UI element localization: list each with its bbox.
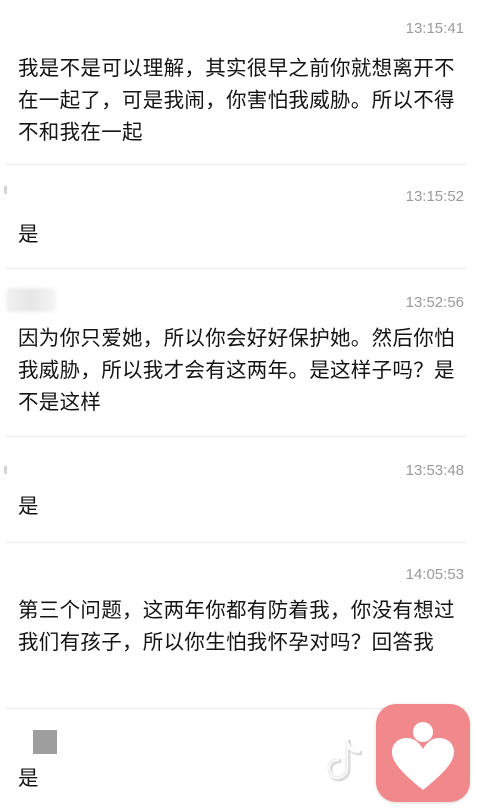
message-text: 是 — [18, 494, 39, 518]
message-text: 因为你只爱她，所以你会好好保护她。然后你怕我威胁，所以我才会有这两年。是这样子吗… — [18, 326, 455, 414]
heart-person-icon — [392, 722, 454, 790]
message-timestamp: 13:15:41 — [405, 20, 464, 37]
avatar — [33, 730, 57, 754]
message-text: 是 — [18, 222, 39, 246]
message-divider — [6, 268, 466, 269]
app-badge-button[interactable] — [376, 704, 470, 802]
blurred-avatar — [6, 288, 56, 312]
message-divider — [6, 164, 466, 165]
message-timestamp: 14:05:53 — [405, 566, 464, 583]
message-text: 我是不是可以理解，其实很早之前你就想离开不在一起了，可是我闹，你害怕我威胁。所以… — [18, 56, 455, 144]
message-timestamp: 13:52:56 — [405, 294, 464, 311]
message-divider — [6, 436, 466, 437]
tiktok-logo-icon — [324, 736, 370, 788]
avatar-edge — [4, 466, 7, 474]
message-text: 第三个问题，这两年你都有防着我，你没有想过我们有孩子，所以你生怕我怀孕对吗？回答… — [18, 598, 455, 654]
avatar-edge — [4, 186, 7, 194]
message-timestamp: 13:53:48 — [405, 462, 464, 479]
message-timestamp: 13:15:52 — [405, 188, 464, 205]
message-divider — [6, 542, 466, 543]
